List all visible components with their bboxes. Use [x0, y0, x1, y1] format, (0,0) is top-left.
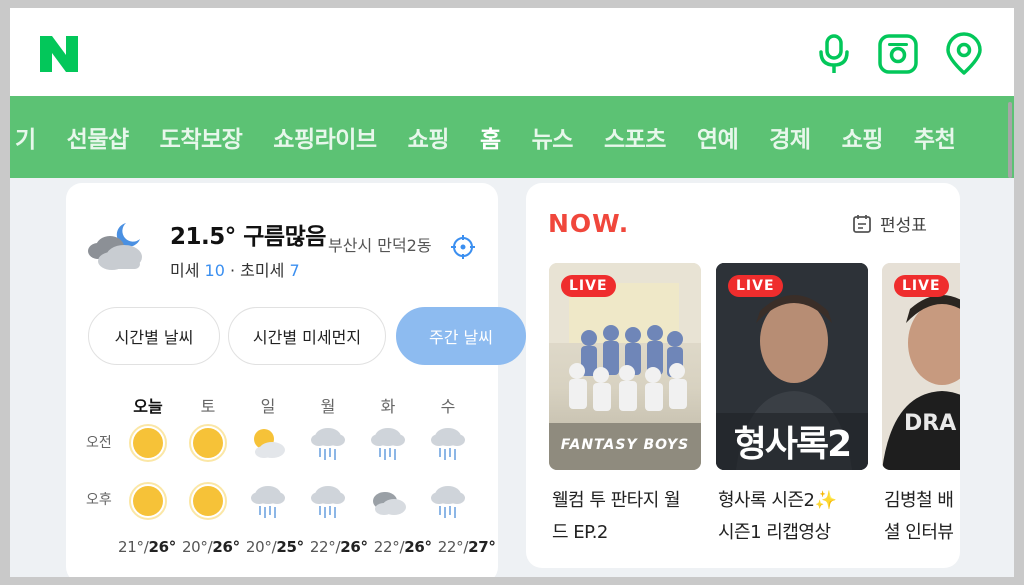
partly-cloudy-icon [254, 429, 285, 458]
day-temperature: 22°/26° [373, 538, 432, 556]
current-temp-condition: 21.5° 구름많음 [170, 224, 326, 250]
location-pin-icon[interactable] [942, 32, 986, 76]
lens-camera-icon[interactable] [876, 32, 920, 76]
title-line: 시즌1 리캡영상 [718, 522, 831, 543]
now-item-title-3[interactable]: 김병철 배 셜 인터뷰 [884, 485, 960, 549]
nav-item[interactable]: 연예 [697, 120, 739, 154]
day-temperature: 22°/27° [437, 538, 496, 556]
high-temp: 26° [404, 538, 432, 556]
now-item-title-2[interactable]: 형사록 시즌2✨ 시즌1 리캡영상 [718, 485, 868, 549]
nav-item[interactable]: 뉴스 [532, 120, 574, 154]
live-badge: LIVE [728, 275, 783, 297]
rain-icon [371, 428, 405, 460]
dust-value: 10 [204, 261, 225, 280]
forecast-day-label: 수 [440, 397, 456, 416]
nav-item[interactable]: 쇼핑라이브 [273, 120, 377, 154]
nav-item[interactable]: 홈 [480, 120, 501, 154]
high-temp: 26° [212, 538, 240, 556]
top-bar [10, 8, 1014, 96]
low-temp: 20° [245, 538, 272, 556]
sun-icon [189, 482, 227, 520]
fine-dust-label: · 초미세 [230, 261, 285, 280]
nav-item[interactable]: 도착보장 [160, 120, 243, 154]
thumbnail-caption: DRA [904, 411, 957, 436]
live-badge: LIVE [561, 275, 616, 297]
title-line: 김병철 배 [884, 490, 954, 511]
rain-icon [431, 428, 465, 460]
dust-label: 미세 [170, 261, 200, 280]
calendar-icon [853, 214, 871, 233]
tab-weekly-weather[interactable]: 주간 날씨 [396, 307, 526, 365]
nav-item[interactable]: 추천 [914, 120, 956, 154]
title-line: 웰컴 투 판타지 월 [552, 490, 681, 511]
fine-dust-value: 7 [289, 261, 300, 280]
gps-target-icon[interactable] [450, 234, 476, 260]
naver-logo[interactable] [40, 36, 78, 72]
tab-hourly-weather[interactable]: 시간별 날씨 [88, 307, 220, 365]
low-temp: 22° [309, 538, 336, 556]
low-temp: 22° [373, 538, 400, 556]
forecast-day-label: 화 [380, 397, 396, 416]
app-frame: 기 선물샵 도착보장 쇼핑라이브 쇼핑 홈 뉴스 스포츠 연예 경제 쇼핑 추천 21.5° 구름많음… [10, 8, 1014, 577]
forecast-day-label: 토 [200, 397, 216, 416]
now-logo[interactable]: NOW. [548, 209, 629, 238]
high-temp: 26° [148, 538, 176, 556]
now-thumbnail-2[interactable]: LIVE 형사록2 [716, 263, 868, 470]
pm-label: 오후 [86, 492, 112, 508]
rain-icon [251, 486, 285, 518]
thumbnail-caption: 형사록2 [733, 424, 852, 465]
scrollbar[interactable] [1008, 102, 1012, 178]
cloudy-icon [373, 492, 406, 515]
rain-icon [311, 486, 345, 518]
cloudy-night-icon [88, 223, 142, 270]
rain-icon [311, 428, 345, 460]
am-label: 오전 [86, 435, 112, 451]
nav-item[interactable]: 경제 [769, 120, 811, 154]
title-line: 드 EP.2 [552, 522, 608, 543]
forecast-day-label: 오늘 [133, 397, 163, 416]
schedule-button[interactable]: 편성표 [852, 211, 927, 236]
low-temp: 20° [181, 538, 208, 556]
nav-item[interactable]: 스포츠 [604, 120, 666, 154]
microphone-icon[interactable] [812, 32, 856, 76]
nav-item[interactable]: 선물샵 [67, 120, 129, 154]
nav-scroll-row: 기 선물샵 도착보장 쇼핑라이브 쇼핑 홈 뉴스 스포츠 연예 경제 쇼핑 추천 [15, 96, 986, 178]
high-temp: 26° [340, 538, 368, 556]
day-temperature: 20°/26° [181, 538, 240, 556]
day-temperature: 20°/25° [245, 538, 304, 556]
category-nav: 기 선물샵 도착보장 쇼핑라이브 쇼핑 홈 뉴스 스포츠 연예 경제 쇼핑 추천 [10, 96, 1014, 178]
rain-icon [431, 486, 465, 518]
high-temp: 27° [468, 538, 496, 556]
dust-readout: 미세 10 · 초미세 7 [170, 257, 300, 281]
nav-item[interactable]: 쇼핑 [408, 120, 450, 154]
low-temp: 21° [118, 538, 144, 556]
now-item-title-1[interactable]: 웰컴 투 판타지 월 드 EP.2 [552, 485, 702, 549]
sun-icon [129, 424, 167, 462]
nav-item[interactable]: 쇼핑 [842, 120, 884, 154]
tab-hourly-dust[interactable]: 시간별 미세먼지 [228, 307, 386, 365]
nav-item[interactable]: 기 [15, 120, 36, 154]
now-thumbnail-1[interactable]: LIVE FANTASY BOYS [549, 263, 701, 470]
location-label[interactable]: 부산시 만덕2동 [328, 232, 432, 256]
title-line: 형사록 시즌2✨ [718, 490, 837, 511]
temperature-row: 21°/26° 20°/26° 20°/25° 22°/26° 22°/26° 22°/2… [118, 538, 502, 556]
live-badge: LIVE [894, 275, 949, 297]
now-card: NOW. 편성표 LIVE FANTASY BOYS LIVE 형사록2 LIV… [526, 183, 960, 568]
now-thumbnail-3[interactable]: LIVE DRA [882, 263, 960, 470]
day-temperature: 22°/26° [309, 538, 368, 556]
high-temp: 25° [276, 538, 304, 556]
title-line: 셜 인터뷰 [884, 522, 954, 543]
sun-icon [129, 482, 167, 520]
day-temperature: 21°/26° [118, 538, 176, 556]
low-temp: 22° [437, 538, 464, 556]
schedule-label: 편성표 [880, 216, 927, 236]
sun-icon [189, 424, 227, 462]
forecast-day-label: 월 [320, 397, 336, 416]
forecast-day-label: 일 [260, 397, 276, 416]
weather-card: 21.5° 구름많음 부산시 만덕2동 미세 10 · 초미세 7 시간별 날씨… [66, 183, 526, 577]
thumbnail-caption: FANTASY BOYS [560, 437, 690, 453]
